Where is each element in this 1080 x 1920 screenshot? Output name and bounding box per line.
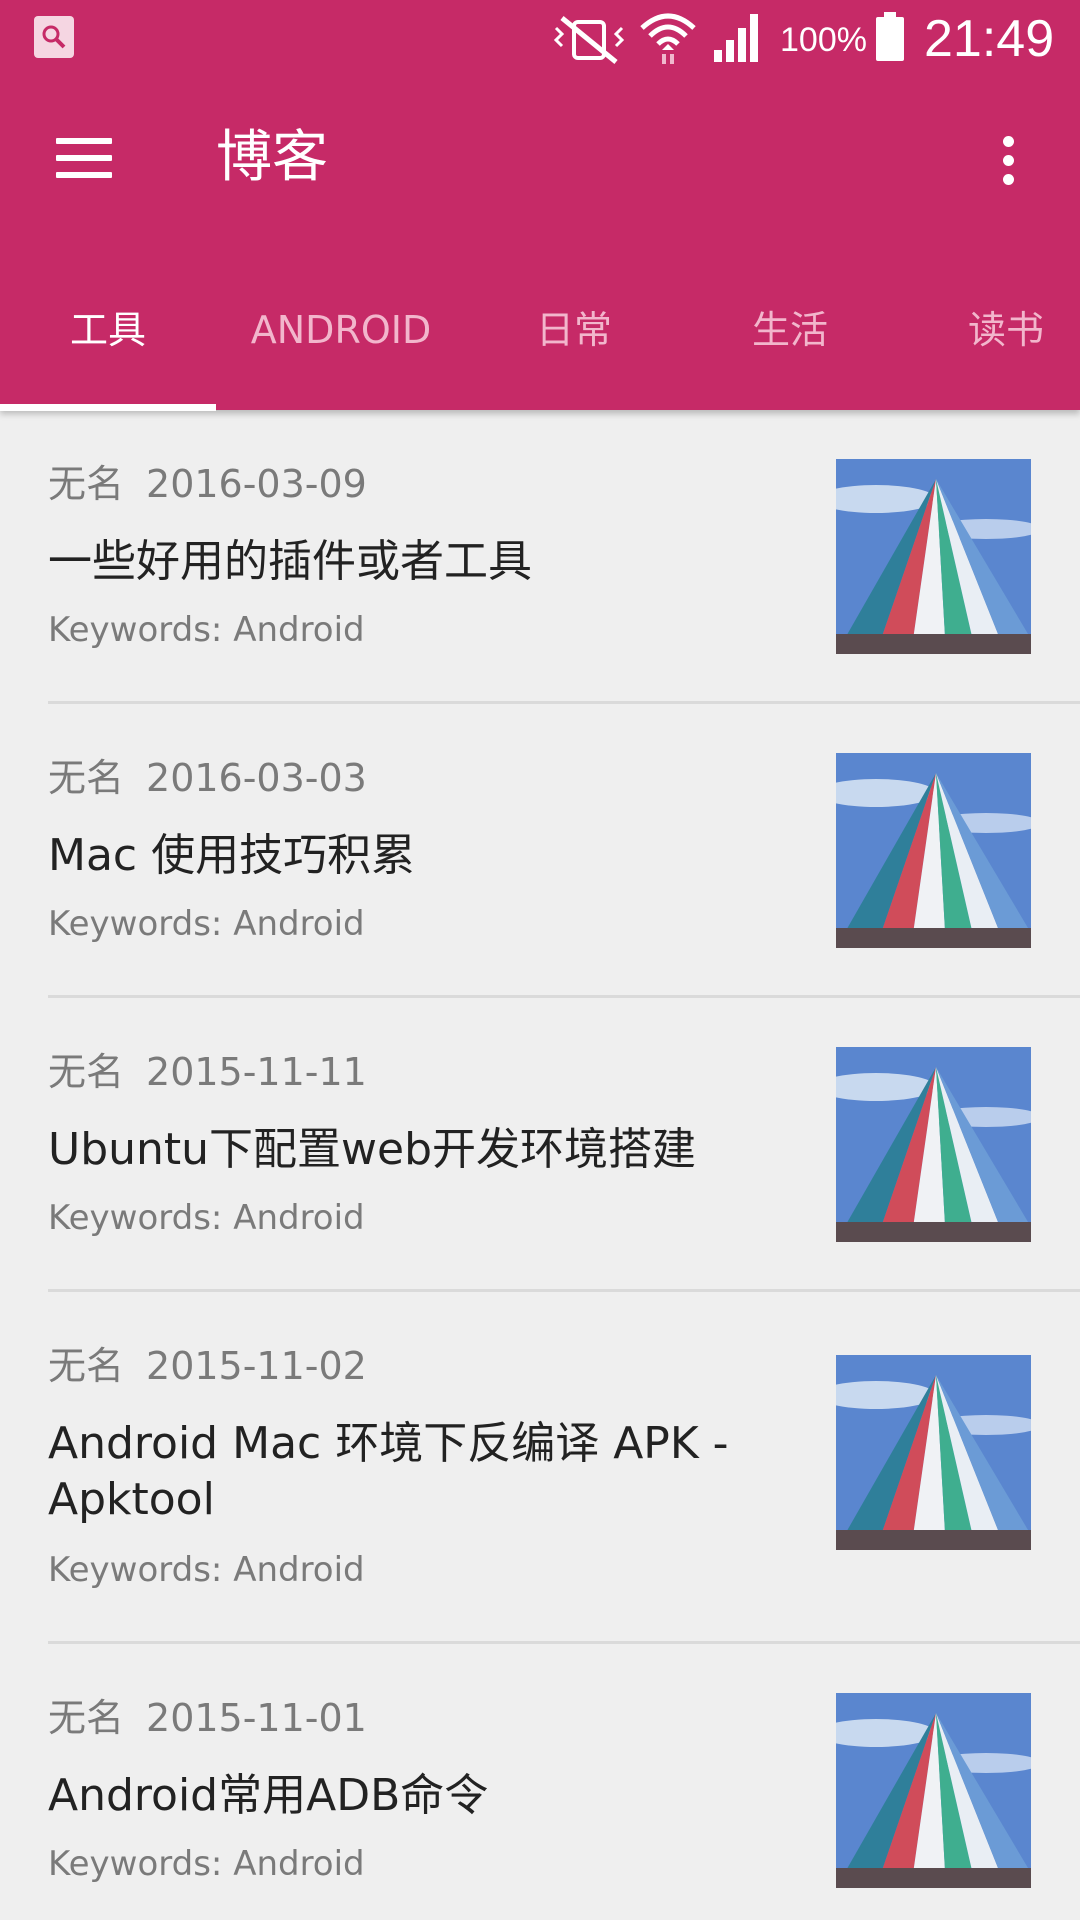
post-keywords: Keywords: Android xyxy=(48,1550,365,1590)
vibrate-mute-icon xyxy=(552,14,626,68)
post-author: 无名 xyxy=(48,1050,125,1094)
battery-percent: 100% xyxy=(780,21,867,59)
post-author: 无名 xyxy=(48,756,125,800)
post-date: 2015-11-02 xyxy=(146,1344,367,1388)
post-author: 无名 xyxy=(48,1344,125,1388)
post-date: 2015-11-01 xyxy=(146,1696,367,1740)
post-meta: 无名 2016-03-09 xyxy=(48,460,367,508)
post-keywords: Keywords: Android xyxy=(48,1198,365,1238)
post-keywords: Keywords: Android xyxy=(48,1844,365,1884)
post-author: 无名 xyxy=(48,1696,125,1740)
list-item[interactable]: 无名 2016-03-03 Mac 使用技巧积累 Keywords: Androi… xyxy=(0,704,1080,998)
post-meta: 无名 2015-11-02 xyxy=(48,1342,367,1390)
list-item[interactable]: 无名 2015-11-11 Ubuntu下配置web开发环境搭建 Keywords… xyxy=(0,998,1080,1292)
tab-android[interactable]: ANDROID xyxy=(216,300,466,370)
tab-indicator xyxy=(0,404,216,411)
more-vertical-icon[interactable] xyxy=(980,124,1036,196)
post-thumbnail xyxy=(836,753,1031,948)
list-item[interactable]: 无名 2015-11-02 Android Mac 环境下反编译 APK - Ap… xyxy=(0,1292,1080,1644)
wifi-icon xyxy=(640,10,696,68)
post-title: 一些好用的插件或者工具 xyxy=(48,536,532,587)
post-meta: 无名 2016-03-03 xyxy=(48,754,367,802)
cell-signal-icon xyxy=(712,12,764,68)
search-notification-icon xyxy=(34,16,74,58)
post-title: Mac 使用技巧积累 xyxy=(48,830,416,881)
clock: 21:49 xyxy=(924,10,1055,68)
post-date: 2015-11-11 xyxy=(146,1050,367,1094)
post-keywords: Keywords: Android xyxy=(48,610,365,650)
tab-life[interactable]: 生活 xyxy=(682,300,898,370)
post-title: Android常用ADB命令 xyxy=(48,1770,489,1821)
battery-icon xyxy=(874,12,906,66)
post-title: Ubuntu下配置web开发环境搭建 xyxy=(48,1124,697,1175)
tab-daily[interactable]: 日常 xyxy=(466,300,682,370)
list-item[interactable]: 无名 2016-03-09 一些好用的插件或者工具 Keywords: Andro… xyxy=(0,410,1080,704)
tab-bar: 工具 ANDROID 日常 生活 读书 xyxy=(0,270,1080,411)
post-thumbnail xyxy=(836,1047,1031,1242)
page-title: 博客 xyxy=(216,125,328,190)
post-date: 2016-03-09 xyxy=(146,462,367,506)
post-meta: 无名 2015-11-11 xyxy=(48,1048,367,1096)
hamburger-menu-icon[interactable] xyxy=(40,120,128,196)
tab-reading[interactable]: 读书 xyxy=(898,300,1080,370)
post-author: 无名 xyxy=(48,462,125,506)
status-bar: 100% 21:49 xyxy=(0,0,1080,76)
list-item[interactable]: 无名 2015-11-01 Android常用ADB命令 Keywords: An… xyxy=(0,1644,1080,1888)
post-title: Android Mac 环境下反编译 APK - Apktool xyxy=(48,1418,729,1525)
post-meta: 无名 2015-11-01 xyxy=(48,1694,367,1742)
post-date: 2016-03-03 xyxy=(146,756,367,800)
post-list: 无名 2016-03-09 一些好用的插件或者工具 Keywords: Andro… xyxy=(0,410,1080,1888)
tab-tools[interactable]: 工具 xyxy=(0,300,216,370)
post-keywords: Keywords: Android xyxy=(48,904,365,944)
post-thumbnail xyxy=(836,1355,1031,1550)
post-thumbnail xyxy=(836,1693,1031,1888)
post-thumbnail xyxy=(836,459,1031,654)
app-bar: 100% 21:49 博客 工具 ANDROID 日常 生活 读书 xyxy=(0,0,1080,411)
